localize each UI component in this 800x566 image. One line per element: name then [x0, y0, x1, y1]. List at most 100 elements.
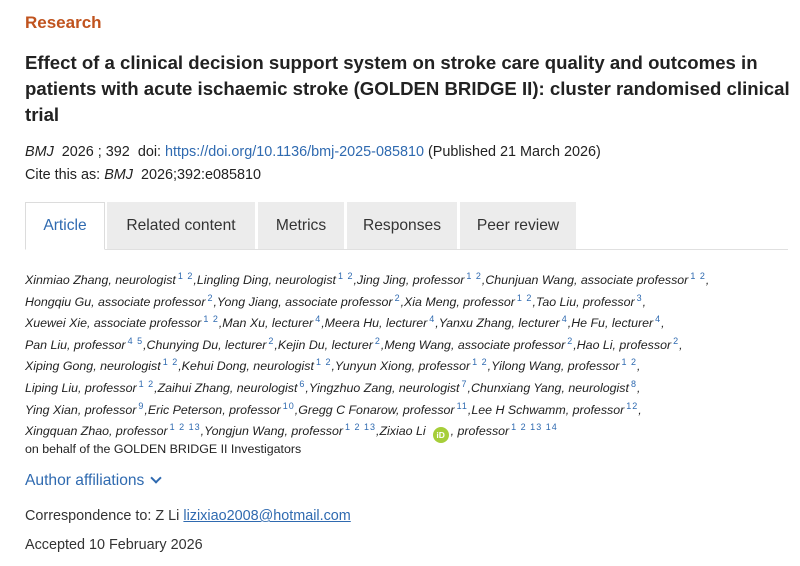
author-line: Pan Liu, professor 4 5,Chunying Du, lectu…: [25, 335, 683, 352]
tab-responses[interactable]: Responses: [347, 202, 457, 249]
cite-reference: 2026;392:e085810: [140, 167, 262, 183]
affiliation-ref[interactable]: 2: [375, 336, 381, 346]
affiliation-ref[interactable]: 8: [631, 379, 637, 389]
tab-related-content[interactable]: Related content: [107, 202, 255, 249]
cite-as-line: Cite this as: BMJ 2026;392:e085810: [25, 167, 261, 183]
author-name[interactable]: Chunxiang Yang, neurologist: [471, 381, 629, 395]
affiliation-ref[interactable]: 12: [626, 401, 638, 411]
author-name[interactable]: Yingzhuo Zang, neurologist: [309, 381, 460, 395]
author-name[interactable]: Xia Meng, professor: [404, 295, 515, 309]
affiliation-ref[interactable]: 1 2: [163, 357, 179, 367]
author-name[interactable]: Kehui Dong, neurologist: [182, 359, 314, 373]
author-line: Ying Xian, professor 9,Eric Peterson, pro…: [25, 400, 642, 417]
affiliation-ref[interactable]: 2: [567, 336, 573, 346]
author-name[interactable]: Yunyun Xiong, professor: [335, 359, 470, 373]
affiliation-ref[interactable]: 2: [268, 336, 274, 346]
author-name[interactable]: Lee H Schwamm, professor: [471, 403, 624, 417]
correspondence: Correspondence to: Z Li lizixiao2008@hot…: [25, 508, 351, 524]
affiliation-ref[interactable]: 1 2: [472, 357, 488, 367]
author-name[interactable]: Man Xu, lecturer: [222, 316, 313, 330]
affiliation-ref[interactable]: 1 2: [517, 293, 533, 303]
affiliation-ref[interactable]: 2: [673, 336, 679, 346]
affiliation-ref[interactable]: 11: [457, 401, 468, 411]
author-name[interactable]: Meera Hu, lecturer: [325, 316, 428, 330]
affiliation-ref[interactable]: 1 2: [203, 314, 219, 324]
affiliation-ref[interactable]: 4 5: [128, 336, 144, 346]
author-role: , professor: [450, 424, 510, 439]
chevron-down-icon: [150, 472, 163, 484]
affiliation-ref[interactable]: 6: [299, 379, 305, 389]
author-name[interactable]: Lingling Ding, neurologist: [197, 273, 336, 287]
author-name[interactable]: Xiping Gong, neurologist: [25, 359, 161, 373]
published-date: (Published 21 March 2026): [427, 144, 601, 160]
affiliation-ref[interactable]: 1 2: [316, 357, 332, 367]
affiliation-ref[interactable]: 1 2 13: [345, 422, 376, 432]
affiliation-ref[interactable]: 7: [462, 379, 468, 389]
author-name[interactable]: Gregg C Fonarow, professor: [298, 403, 454, 417]
affiliation-ref[interactable]: 4: [655, 314, 661, 324]
orcid-icon[interactable]: iD: [432, 427, 449, 444]
author-list: Xinmiao Zhang, neurologist 1 2,Lingling D…: [25, 266, 790, 460]
affiliation-ref[interactable]: 9: [138, 401, 144, 411]
author-line: Liping Liu, professor 1 2,Zaihui Zhang, n…: [25, 378, 641, 395]
affiliation-ref[interactable]: 4: [315, 314, 321, 324]
author-name[interactable]: Hongqiu Gu, associate professor: [25, 295, 205, 309]
article-title: Effect of a clinical decision support sy…: [25, 52, 790, 125]
article-tabs: Article Related content Metrics Response…: [25, 202, 788, 250]
affiliation-ref[interactable]: 4: [562, 314, 568, 324]
affiliation-ref[interactable]: 1 2: [178, 271, 194, 281]
author-name[interactable]: Ying Xian, professor: [25, 403, 136, 417]
author-name[interactable]: Yanxu Zhang, lecturer: [439, 316, 560, 330]
affiliation-ref[interactable]: 1 2: [690, 271, 706, 281]
doi-label: doi:: [137, 144, 162, 160]
affiliation-ref[interactable]: 1 2: [338, 271, 354, 281]
author-name[interactable]: Meng Wang, associate professor: [384, 338, 565, 352]
author-name[interactable]: He Fu, lecturer: [571, 316, 653, 330]
author-line: Xingquan Zhao, professor 1 2 13,Yongjun W…: [25, 417, 790, 444]
author-affiliations-toggle[interactable]: Author affiliations: [25, 472, 163, 490]
doi-link[interactable]: https://doi.org/10.1136/bmj-2025-085810: [165, 144, 424, 160]
author-name[interactable]: Zaihui Zhang, neurologist: [158, 381, 298, 395]
author-line: Xuewei Xie, associate professor 1 2,Man X…: [25, 314, 665, 331]
author-name[interactable]: Xuewei Xie, associate professor: [25, 316, 201, 330]
author-name[interactable]: Liping Liu, professor: [25, 381, 137, 395]
correspondence-email-link[interactable]: lizixiao2008@hotmail.com: [183, 508, 350, 524]
affiliation-ref[interactable]: 10: [283, 401, 295, 411]
affiliation-ref[interactable]: 2: [207, 293, 213, 303]
affiliation-ref[interactable]: 3: [637, 293, 643, 303]
author-name[interactable]: Pan Liu, professor: [25, 338, 126, 352]
section-label: Research: [25, 13, 102, 32]
affiliation-ref[interactable]: 1 2: [466, 271, 482, 281]
author-line: Xiping Gong, neurologist 1 2,Kehui Dong, …: [25, 357, 641, 374]
author-name[interactable]: Eric Peterson, professor: [148, 403, 281, 417]
author-name[interactable]: Hao Li, professor: [577, 338, 671, 352]
tab-metrics[interactable]: Metrics: [258, 202, 344, 249]
on-behalf-of: on behalf of the GOLDEN BRIDGE II Invest…: [25, 441, 302, 456]
affiliation-ref[interactable]: 2: [395, 293, 401, 303]
author-name[interactable]: Yongjun Wang, professor: [204, 424, 343, 438]
affiliation-ref[interactable]: 1 2 13 14: [511, 422, 558, 432]
affiliation-ref[interactable]: 1 2: [621, 357, 637, 367]
author-name[interactable]: Xingquan Zhao, professor: [25, 424, 168, 438]
citation-line: BMJ 2026 ; 392 doi: https://doi.org/10.1…: [25, 144, 601, 160]
author-name[interactable]: Jing Jing, professor: [357, 273, 464, 287]
affiliations-label: Author affiliations: [25, 472, 145, 489]
author-line: Xinmiao Zhang, neurologist 1 2,Lingling D…: [25, 271, 710, 287]
author-name[interactable]: Tao Liu, professor: [536, 295, 635, 309]
author-name[interactable]: Chunjuan Wang, associate professor: [485, 273, 688, 287]
author-name[interactable]: Chunying Du, lecturer: [147, 338, 267, 352]
tab-peer-review[interactable]: Peer review: [460, 202, 576, 249]
journal-name: BMJ: [25, 144, 54, 160]
author-name[interactable]: Kejin Du, lecturer: [278, 338, 373, 352]
author-name[interactable]: Yilong Wang, professor: [491, 359, 619, 373]
affiliation-ref[interactable]: 1 2: [139, 379, 155, 389]
author-name[interactable]: Yong Jiang, associate professor: [217, 295, 393, 309]
accepted-date: Accepted 10 February 2026: [25, 537, 203, 553]
author-name[interactable]: Zixiao Li: [379, 424, 425, 438]
cite-as-label: Cite this as:: [25, 167, 101, 183]
tab-article[interactable]: Article: [25, 202, 105, 250]
affiliation-ref[interactable]: 1 2 13: [170, 422, 201, 432]
author-name[interactable]: Xinmiao Zhang, neurologist: [25, 273, 176, 287]
affiliation-ref[interactable]: 4: [429, 314, 435, 324]
cite-journal: BMJ: [104, 167, 133, 183]
